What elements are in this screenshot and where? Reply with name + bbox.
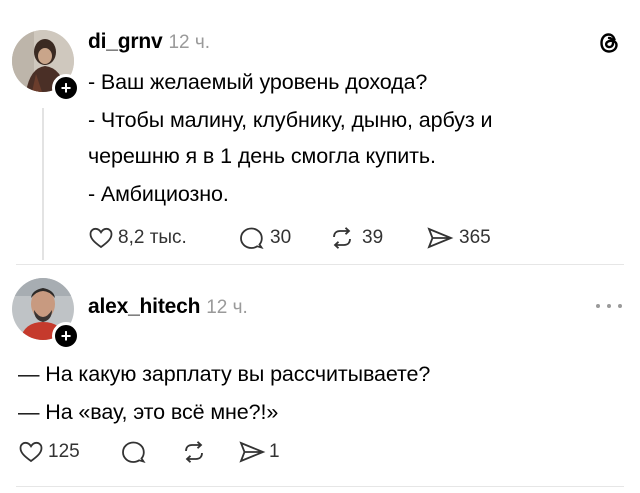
post-text-line: — На «вау, это всё мне?!» [18,400,279,424]
heart-icon [89,227,113,249]
plus-icon: + [60,78,72,98]
plus-icon: + [60,326,72,346]
repost-icon [185,441,203,463]
follow-button[interactable]: + [52,74,80,102]
username[interactable]: di_grnv [88,30,163,53]
timestamp[interactable]: 12 ч. [206,297,248,318]
post-text-line: - Амбициозно. [88,182,229,206]
post-text-line: — На какую зарплату вы рассчитываете? [18,362,431,386]
repost-button[interactable]: 39 [328,226,426,250]
heart-icon [19,441,43,463]
comment-button[interactable]: 30 [238,226,328,250]
divider [16,264,624,265]
share-icon [427,227,454,249]
share-button[interactable]: 365 [426,226,491,250]
username[interactable]: alex_hitech [88,295,200,318]
repost-button[interactable] [180,440,238,464]
comment-button[interactable] [120,440,180,464]
repost-icon [333,227,351,249]
post-header: di_grnv 12 ч. [88,30,210,54]
comment-bubble-icon [122,441,146,464]
post-text-line: черешню я в 1 день смогла купить. [88,144,436,168]
post-text-line: - Чтобы малину, клубнику, дыню, арбуз и [88,108,493,132]
post-actions: 8,2 тыс. 30 39 365 [88,226,491,250]
thread-line [42,108,44,260]
post-header: alex_hitech 12 ч. [88,295,248,319]
post-actions: 125 1 [18,440,280,464]
threads-logo-icon[interactable] [596,30,622,56]
post-body: — На какую зарплату вы рассчитываете? — … [18,356,430,430]
like-count: 8,2 тыс. [118,227,187,248]
share-count: 365 [459,227,491,248]
share-icon [239,441,266,463]
share-count: 1 [269,441,280,462]
share-button[interactable]: 1 [238,440,280,464]
like-button[interactable]: 125 [18,440,120,464]
more-options-icon[interactable] [596,300,622,312]
post-body: - Ваш желаемый уровень дохода? - Чтобы м… [88,64,493,212]
comment-bubble-icon [240,227,264,250]
repost-count: 39 [362,227,384,248]
like-count: 125 [48,441,80,462]
post-text-line: - Ваш желаемый уровень дохода? [88,70,428,94]
follow-button[interactable]: + [52,322,80,350]
timestamp[interactable]: 12 ч. [168,32,210,53]
like-button[interactable]: 8,2 тыс. [88,226,238,250]
divider [16,486,624,487]
comment-count: 30 [270,227,292,248]
